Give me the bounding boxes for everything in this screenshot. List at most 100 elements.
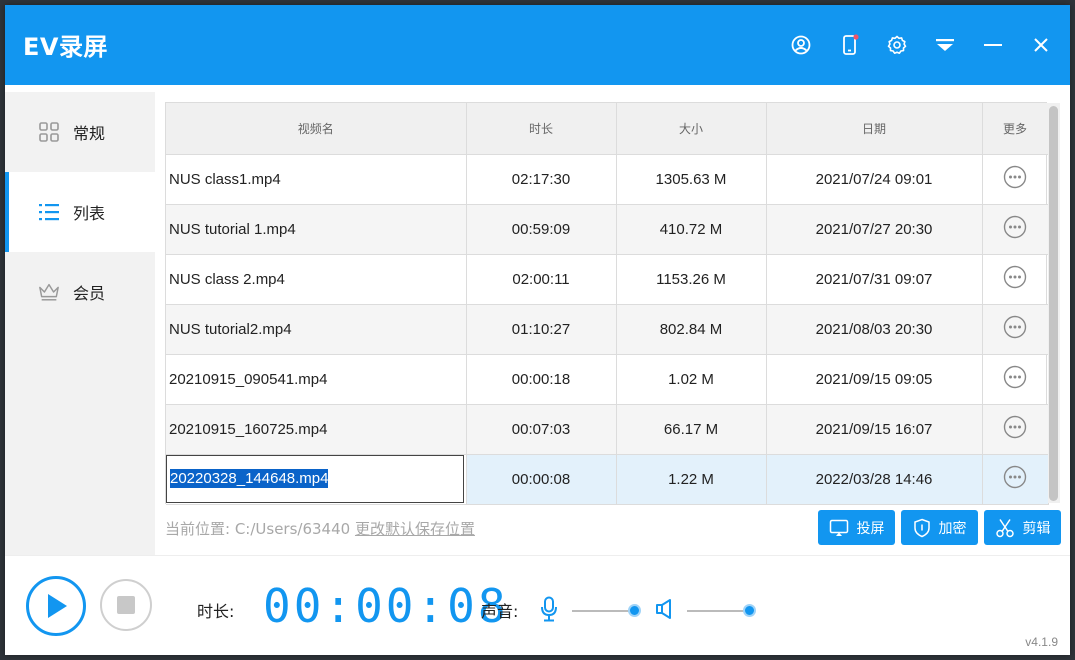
more-cell (982, 304, 1049, 355)
speaker-icon[interactable] (655, 598, 675, 624)
active-indicator (5, 172, 9, 252)
size-cell: 1.02 M (616, 354, 767, 405)
date-cell: 2022/03/28 14:46 (766, 454, 983, 505)
video-name-cell[interactable]: NUS class1.mp4 (166, 154, 467, 205)
encrypt-button-label: 加密 (938, 520, 967, 537)
cast-icon (829, 519, 848, 536)
title-bar: EV录屏 (5, 5, 1070, 85)
sidebar-item-label: 常规 (73, 124, 106, 143)
user-icon[interactable] (789, 33, 813, 57)
date-cell: 2021/07/27 20:30 (766, 204, 983, 255)
dropdown-menu-icon[interactable] (933, 33, 957, 57)
cast-button[interactable]: 投屏 (818, 510, 895, 545)
scissors-icon (995, 518, 1014, 537)
duration-cell: 00:59:09 (466, 204, 617, 255)
encrypt-button[interactable]: 加密 (901, 510, 978, 545)
grid-icon (38, 121, 60, 143)
sidebar: 常规 列表 会员 (5, 92, 155, 555)
speaker-volume-track[interactable] (687, 610, 749, 612)
play-icon (48, 594, 67, 618)
table-row[interactable]: 20210915_090541.mp4 00:00:18 1.02 M 2021/09… (166, 354, 1049, 405)
size-cell: 1.22 M (616, 454, 767, 505)
table-row[interactable]: NUS tutorial 1.mp4 00:59:09 410.72 M 2021/0… (166, 204, 1049, 255)
table-row[interactable]: NUS class1.mp4 02:17:30 1305.63 M 2021/07/2… (166, 154, 1049, 205)
more-options-icon[interactable] (1003, 215, 1027, 239)
table-row[interactable]: 20210915_160725.mp4 00:07:03 66.17 M 2021/0… (166, 404, 1049, 455)
video-name-cell[interactable]: NUS class 2.mp4 (166, 254, 467, 305)
column-header-size[interactable]: 大小 (616, 103, 767, 155)
date-cell: 2021/09/15 16:07 (766, 404, 983, 455)
sidebar-item-general[interactable]: 常规 (5, 92, 155, 172)
duration-cell: 02:17:30 (466, 154, 617, 205)
record-play-button[interactable] (26, 576, 86, 636)
settings-gear-icon[interactable] (885, 33, 909, 57)
scrollbar-thumb[interactable] (1049, 106, 1058, 501)
video-name-cell[interactable]: NUS tutorial2.mp4 (166, 304, 467, 355)
duration-cell: 00:00:08 (466, 454, 617, 505)
edit-button[interactable]: 剪辑 (984, 510, 1061, 545)
size-cell: 802.84 M (616, 304, 767, 355)
size-cell: 1153.26 M (616, 254, 767, 305)
shield-icon (913, 518, 930, 537)
more-options-icon[interactable] (1003, 465, 1027, 489)
control-bar: 时长: 00:00:08 声音: v4.1.9 (5, 555, 1070, 655)
date-cell: 2021/07/31 09:07 (766, 254, 983, 305)
sound-label: 声音: (481, 602, 519, 621)
more-cell (982, 204, 1049, 255)
stop-icon (117, 596, 135, 614)
size-cell: 1305.63 M (616, 154, 767, 205)
version-label: v4.1.9 (1025, 635, 1058, 649)
more-options-icon[interactable] (1003, 415, 1027, 439)
speaker-volume-slider[interactable] (743, 604, 756, 617)
more-options-icon[interactable] (1003, 265, 1027, 289)
date-cell: 2021/09/15 09:05 (766, 354, 983, 405)
stop-button[interactable] (100, 579, 152, 631)
mic-volume-slider[interactable] (628, 604, 641, 617)
date-cell: 2021/07/24 09:01 (766, 154, 983, 205)
minimize-icon[interactable] (981, 33, 1005, 57)
table-row[interactable]: 20220328_144648.mp4 00:00:08 1.22 M 2022/03… (166, 454, 1049, 505)
app-window: EV录屏 常规 列表 会员 视频名 时长 大小 日期 更多 NUS class1… (5, 5, 1070, 655)
video-list-table: 视频名 时长 大小 日期 更多 NUS class1.mp4 02:17:30 13… (165, 102, 1049, 505)
date-cell: 2021/08/03 20:30 (766, 304, 983, 355)
column-header-duration[interactable]: 时长 (466, 103, 617, 155)
video-name-cell[interactable]: 20220328_144648.mp4 (166, 454, 467, 505)
column-header-more: 更多 (982, 103, 1049, 155)
duration-cell: 00:00:18 (466, 354, 617, 405)
table-row[interactable]: NUS class 2.mp4 02:00:11 1153.26 M 2021/07/… (166, 254, 1049, 305)
video-name-cell[interactable]: 20210915_090541.mp4 (166, 354, 467, 405)
size-cell: 66.17 M (616, 404, 767, 455)
more-options-icon[interactable] (1003, 165, 1027, 189)
column-header-date[interactable]: 日期 (766, 103, 983, 155)
app-title: EV录屏 (23, 33, 108, 61)
save-path-label: 当前位置: C:/Users/63440 (165, 520, 351, 538)
sidebar-item-member[interactable]: 会员 (5, 252, 155, 332)
more-cell (982, 354, 1049, 405)
mobile-icon[interactable] (838, 33, 862, 57)
column-header-name[interactable]: 视频名 (166, 103, 467, 155)
duration-cell: 01:10:27 (466, 304, 617, 355)
duration-label: 时长: (197, 602, 235, 621)
microphone-icon[interactable] (540, 596, 558, 626)
close-icon[interactable] (1029, 33, 1053, 57)
sidebar-item-list[interactable]: 列表 (5, 172, 155, 252)
more-options-icon[interactable] (1003, 365, 1027, 389)
more-cell (982, 454, 1049, 505)
crown-icon (38, 281, 60, 303)
duration-cell: 00:07:03 (466, 404, 617, 455)
table-header-row: 视频名 时长 大小 日期 更多 (166, 103, 1049, 155)
sidebar-item-label: 列表 (73, 204, 106, 223)
table-row[interactable]: NUS tutorial2.mp4 01:10:27 802.84 M 2021/08… (166, 304, 1049, 355)
mic-volume-track[interactable] (572, 610, 634, 612)
rename-input[interactable]: 20220328_144648.mp4 (166, 455, 464, 503)
edit-button-label: 剪辑 (1022, 520, 1051, 537)
video-name-cell[interactable]: 20210915_160725.mp4 (166, 404, 467, 455)
recording-timer: 00:00:08 (263, 579, 509, 633)
more-options-icon[interactable] (1003, 315, 1027, 339)
sidebar-item-label: 会员 (73, 284, 106, 303)
change-save-path-link[interactable]: 更改默认保存位置 (355, 520, 475, 538)
rename-input-selected-text: 20220328_144648.mp4 (170, 469, 329, 488)
cast-button-label: 投屏 (856, 520, 885, 537)
video-name-cell[interactable]: NUS tutorial 1.mp4 (166, 204, 467, 255)
more-cell (982, 404, 1049, 455)
